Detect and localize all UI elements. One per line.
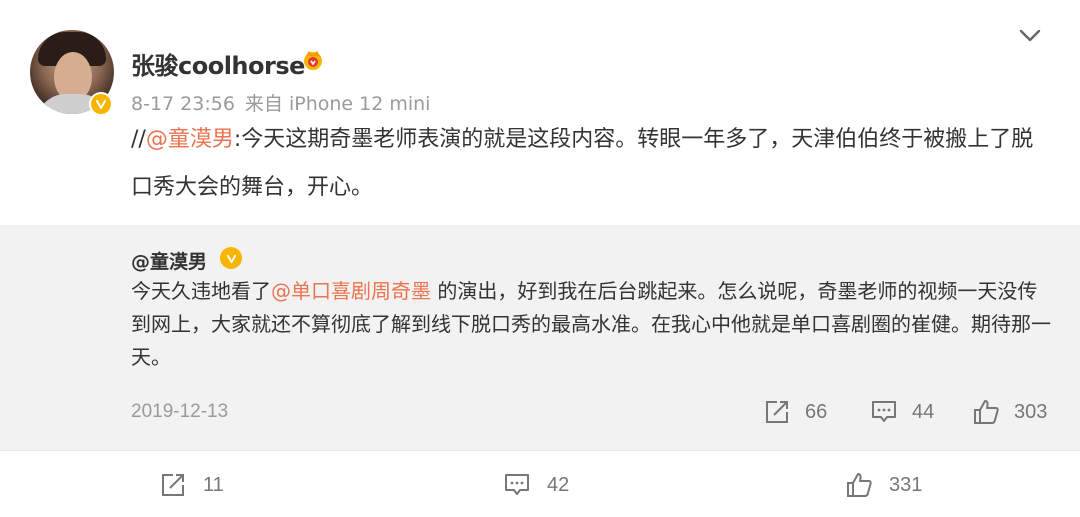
post-text: //@童漠男:今天这期奇墨老师表演的就是这段内容。转眼一年多了，天津伯伯终于被搬… bbox=[131, 116, 1041, 212]
repost-like-button[interactable]: 303 bbox=[972, 398, 1047, 426]
repost-count: 66 bbox=[805, 400, 828, 423]
repost-author[interactable]: @童漠男 bbox=[131, 247, 207, 274]
mention-link[interactable]: @童漠男 bbox=[146, 127, 234, 152]
post-body: :今天这期奇墨老师表演的就是这段内容。转眼一年多了，天津伯伯终于被搬上了脱口秀大… bbox=[131, 127, 1034, 200]
repost-icon bbox=[766, 401, 788, 423]
repost-text: 今天久违地看了@单口喜剧周奇墨 的演出，好到我在后台跳起来。怎么说呢，奇墨老师的… bbox=[131, 275, 1051, 374]
post-meta: 8-17 23:56 来自 iPhone 12 mini bbox=[131, 89, 430, 116]
repost-count: 11 bbox=[203, 473, 224, 496]
comment-button[interactable]: 42 bbox=[503, 471, 569, 499]
repost-icon bbox=[162, 474, 184, 496]
comment-icon bbox=[872, 401, 896, 422]
weibo-post: 张骏coolhorse 8-17 23:56 来自 iPhone 12 mini … bbox=[0, 0, 1080, 225]
reposted-card[interactable]: @童漠男 今天久违地看了@单口喜剧周奇墨 的演出，好到我在后台跳起来。怎么说呢，… bbox=[0, 225, 1080, 450]
verified-badge-icon bbox=[220, 247, 242, 269]
repost-button[interactable]: 11 bbox=[159, 471, 224, 499]
vip-crown-icon[interactable] bbox=[301, 47, 325, 71]
like-count: 331 bbox=[889, 473, 923, 496]
like-icon bbox=[847, 473, 872, 497]
verified-badge-icon bbox=[89, 92, 113, 116]
mention-link[interactable]: @单口喜剧周奇墨 bbox=[271, 279, 431, 303]
chevron-down-icon[interactable] bbox=[1019, 28, 1041, 44]
comment-count: 42 bbox=[547, 473, 570, 496]
action-bar: 11 42 331 bbox=[0, 451, 1080, 517]
repost-text-before: 今天久违地看了 bbox=[131, 279, 271, 303]
post-prefix: // bbox=[131, 127, 146, 152]
repost-date: 2019-12-13 bbox=[131, 401, 229, 422]
username[interactable]: 张骏coolhorse bbox=[131, 46, 305, 81]
post-time: 8-17 23:56 bbox=[131, 93, 235, 115]
like-icon bbox=[974, 400, 999, 424]
like-count: 303 bbox=[1014, 400, 1048, 423]
repost-comment-button[interactable]: 44 bbox=[870, 398, 934, 426]
repost-repost-button[interactable]: 66 bbox=[763, 398, 827, 426]
comment-count: 44 bbox=[912, 400, 935, 423]
like-button[interactable]: 331 bbox=[845, 471, 922, 499]
post-source: 来自 iPhone 12 mini bbox=[244, 93, 431, 115]
comment-icon bbox=[505, 474, 529, 495]
